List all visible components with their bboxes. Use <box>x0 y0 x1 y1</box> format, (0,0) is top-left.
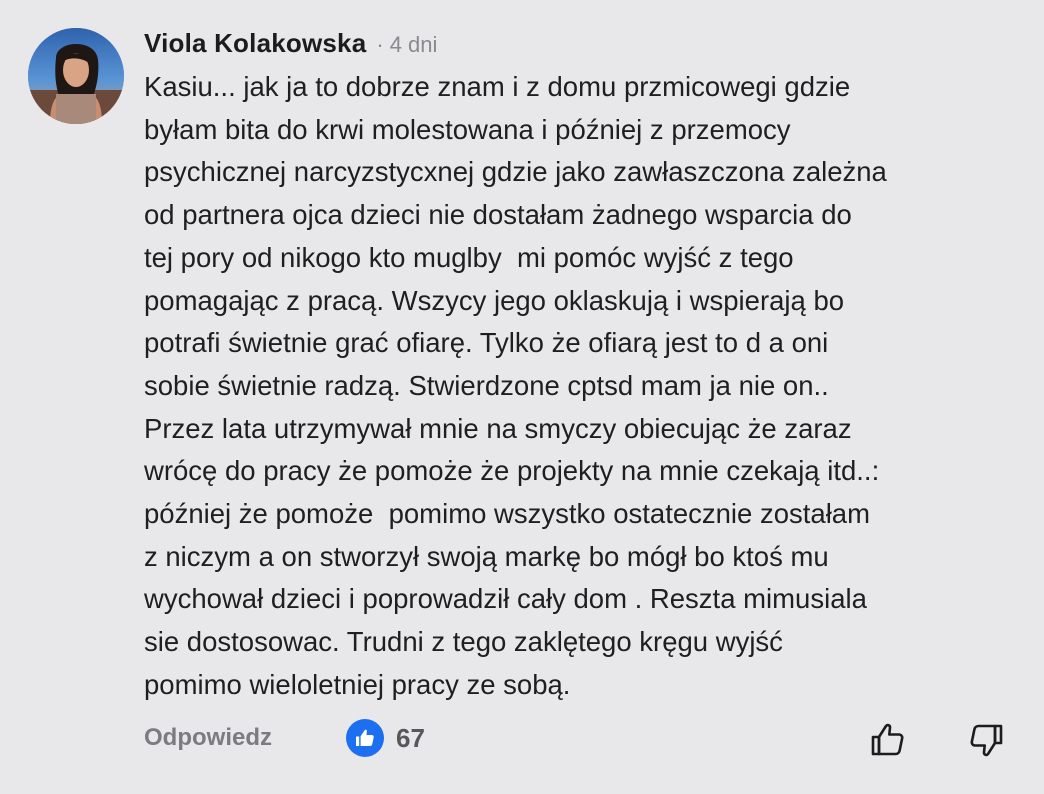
comment-header: Viola Kolakowska · 4 dni <box>144 28 437 64</box>
comment-line: sie dostosowac. Trudni z tego zaklętego … <box>144 626 783 658</box>
comment-line: od partnera ojca dzieci nie dostałam żad… <box>144 199 852 231</box>
thumbs-up-icon <box>346 719 384 757</box>
comment-line: z niczym a on stworzył swoją markę bo mó… <box>144 540 829 572</box>
avatar[interactable] <box>28 28 124 124</box>
avatar-photo <box>28 28 124 124</box>
reaction-summary[interactable]: 67 <box>346 719 425 757</box>
comment-card: Viola Kolakowska · 4 dni Kasiu... jak ja… <box>0 0 1044 794</box>
reply-button[interactable]: Odpowiedz <box>144 724 272 752</box>
dislike-button[interactable] <box>964 718 1008 762</box>
like-button[interactable] <box>866 718 910 762</box>
comment-line: wychował dzieci i poprowadził cały dom .… <box>144 583 867 615</box>
comment-line: psychicznej narcyzstycxnej gdzie jako za… <box>144 156 887 188</box>
thumbs-down-outline-icon <box>970 724 1003 757</box>
comment-line: pomimo wieloletniej pracy ze sobą. <box>144 668 571 700</box>
header-separator: · <box>376 32 384 57</box>
comment-line: potrafi świetnie grać ofiarę. Tylko że o… <box>144 327 829 359</box>
comment-text: Kasiu... jak ja to dobrze znam i z domu … <box>144 66 1024 707</box>
comment-line: Kasiu... jak ja to dobrze znam i z domu … <box>144 71 851 102</box>
comment-line: tej pory od nikogo kto muglby mi pomóc w… <box>144 241 794 273</box>
comment-timestamp: 4 dni <box>389 32 438 57</box>
like-count: 67 <box>396 722 425 753</box>
author-name[interactable]: Viola Kolakowska <box>144 28 366 59</box>
comment-line: Przez lata utrzymywał mnie na smyczy obi… <box>144 412 852 444</box>
comment-line: sobie świetnie radzą. Stwierdzone cptsd … <box>144 369 829 401</box>
comment-actions: Odpowiedz 67 <box>0 716 1044 764</box>
comment-line: byłam bita do krwi molestowana i później… <box>144 113 791 145</box>
thumbs-up-outline-icon <box>871 723 904 756</box>
comment-line: wrócę do pracy że pomoże że projekty na … <box>144 455 880 487</box>
comment-line: pomagając z pracą. Wszycy jego oklaskują… <box>144 284 845 316</box>
comment-line: później że pomoże pomimo wszystko ostate… <box>144 498 871 530</box>
